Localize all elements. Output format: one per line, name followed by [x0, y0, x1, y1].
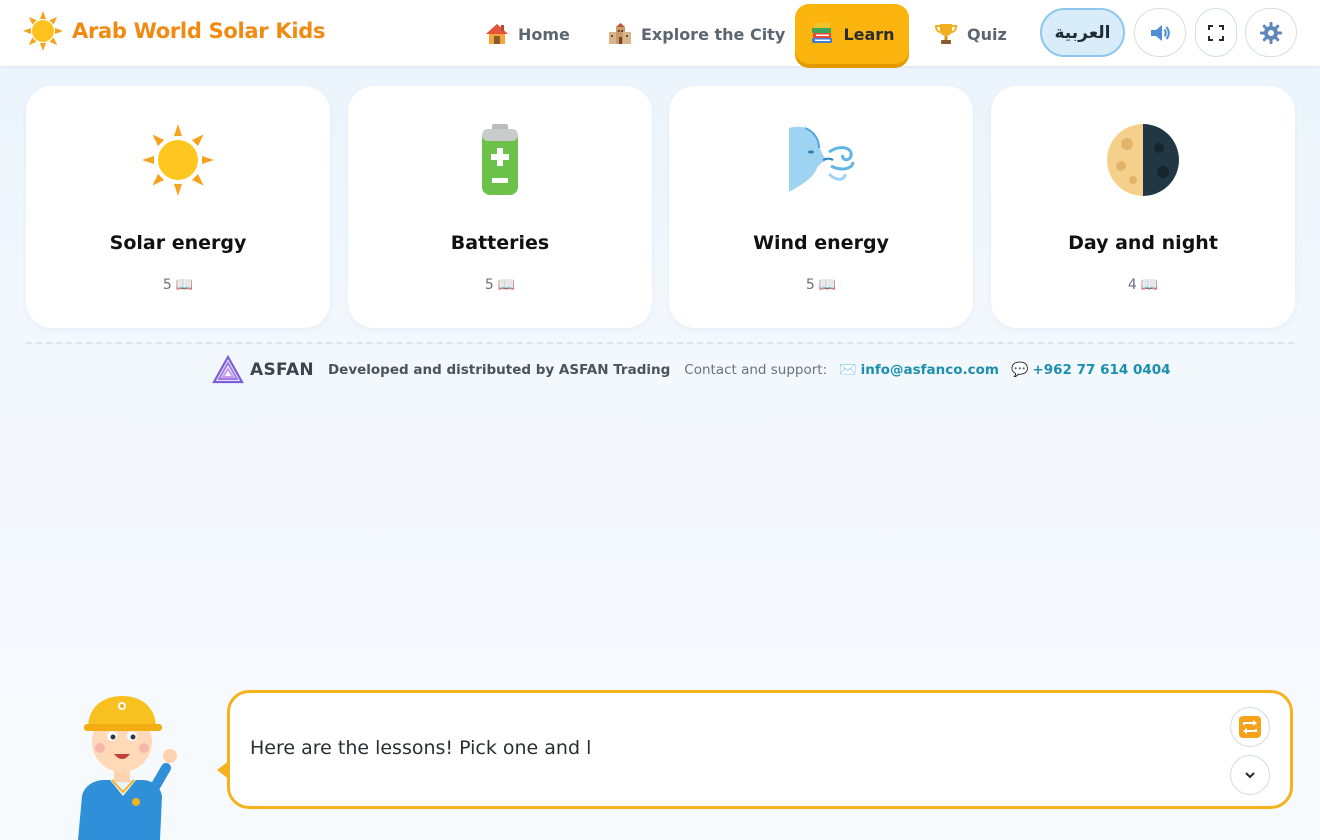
- books-icon: [812, 23, 833, 43]
- lesson-card-solar-energy[interactable]: Solar energy 5 📖: [26, 86, 330, 328]
- lesson-count: 4 📖: [991, 277, 1295, 293]
- lesson-count-value: 5: [805, 277, 815, 293]
- chat-bubble-icon: 💬: [1010, 362, 1029, 378]
- lesson-count-value: 4: [1127, 277, 1137, 293]
- nav-explore-city[interactable]: Explore the City: [607, 4, 787, 64]
- sun-icon: [142, 124, 214, 196]
- lesson-count-value: 5: [484, 277, 494, 293]
- lesson-card-wind-energy[interactable]: Wind energy 5 📖: [669, 86, 973, 328]
- replay-speech-button[interactable]: [1230, 707, 1270, 747]
- engineer-mascot: [78, 696, 177, 840]
- nav-quiz[interactable]: Quiz: [933, 4, 1013, 64]
- wind-face-icon: [789, 126, 855, 192]
- battery-icon: [482, 124, 518, 195]
- collapse-speech-button[interactable]: [1230, 755, 1270, 795]
- asfan-logo-icon: [212, 355, 244, 384]
- speech-bubble: Here are the lessons! Pick one and l: [227, 690, 1293, 809]
- nav-home[interactable]: Home: [484, 4, 584, 64]
- lesson-title: Solar energy: [109, 232, 247, 254]
- open-book-icon: 📖: [175, 277, 194, 293]
- open-book-icon: 📖: [497, 277, 516, 293]
- nav-learn[interactable]: Learn: [795, 4, 909, 64]
- envelope-icon: ✉️: [839, 362, 857, 378]
- language-toggle-button[interactable]: العربية: [1040, 8, 1125, 57]
- nav-learn-label: Learn: [843, 24, 895, 44]
- credits-bar: ASFAN Developed and distributed by ASFAN…: [212, 354, 1171, 386]
- repeat-icon: [1239, 716, 1261, 738]
- half-moon-icon: [1107, 124, 1179, 196]
- fullscreen-icon: [1208, 24, 1224, 41]
- lesson-count: 5 📖: [26, 277, 330, 293]
- house-icon: [486, 24, 508, 44]
- open-book-icon: 📖: [1140, 277, 1159, 293]
- trophy-icon: [934, 24, 958, 44]
- sound-button[interactable]: [1134, 8, 1186, 57]
- support-email-link[interactable]: info@asfanco.com: [861, 362, 999, 378]
- developer-credit: Developed and distributed by ASFAN Tradi…: [327, 362, 671, 378]
- speaker-icon: [1151, 24, 1170, 41]
- chevron-down-icon: [1245, 772, 1255, 779]
- gear-icon: [1260, 21, 1282, 44]
- lesson-title: Batteries: [450, 232, 550, 254]
- asfan-brand-name: ASFAN: [250, 360, 314, 380]
- nav-home-label: Home: [518, 24, 570, 44]
- city-buildings-icon: [609, 23, 631, 44]
- lesson-count: 5 📖: [669, 277, 973, 293]
- top-bar: Arab World Solar Kids Home Explore the C…: [0, 0, 1320, 67]
- section-divider: [26, 342, 1294, 344]
- support-phone-link[interactable]: +962 77 614 0404: [1032, 362, 1170, 378]
- settings-button[interactable]: [1245, 8, 1297, 57]
- open-book-icon: 📖: [818, 277, 837, 293]
- lesson-card-batteries[interactable]: Batteries 5 📖: [348, 86, 652, 328]
- fullscreen-button[interactable]: [1195, 8, 1237, 57]
- lesson-title: Wind energy: [753, 232, 889, 254]
- contact-label: Contact and support:: [684, 362, 828, 378]
- lesson-card-day-and-night[interactable]: Day and night 4 📖: [991, 86, 1295, 328]
- lesson-title: Day and night: [1068, 232, 1218, 254]
- speech-text: Here are the lessons! Pick one and l: [250, 737, 592, 759]
- nav-quiz-label: Quiz: [967, 24, 1007, 44]
- lesson-count: 5 📖: [348, 277, 652, 293]
- lesson-count-value: 5: [162, 277, 172, 293]
- nav-explore-city-label: Explore the City: [641, 24, 786, 44]
